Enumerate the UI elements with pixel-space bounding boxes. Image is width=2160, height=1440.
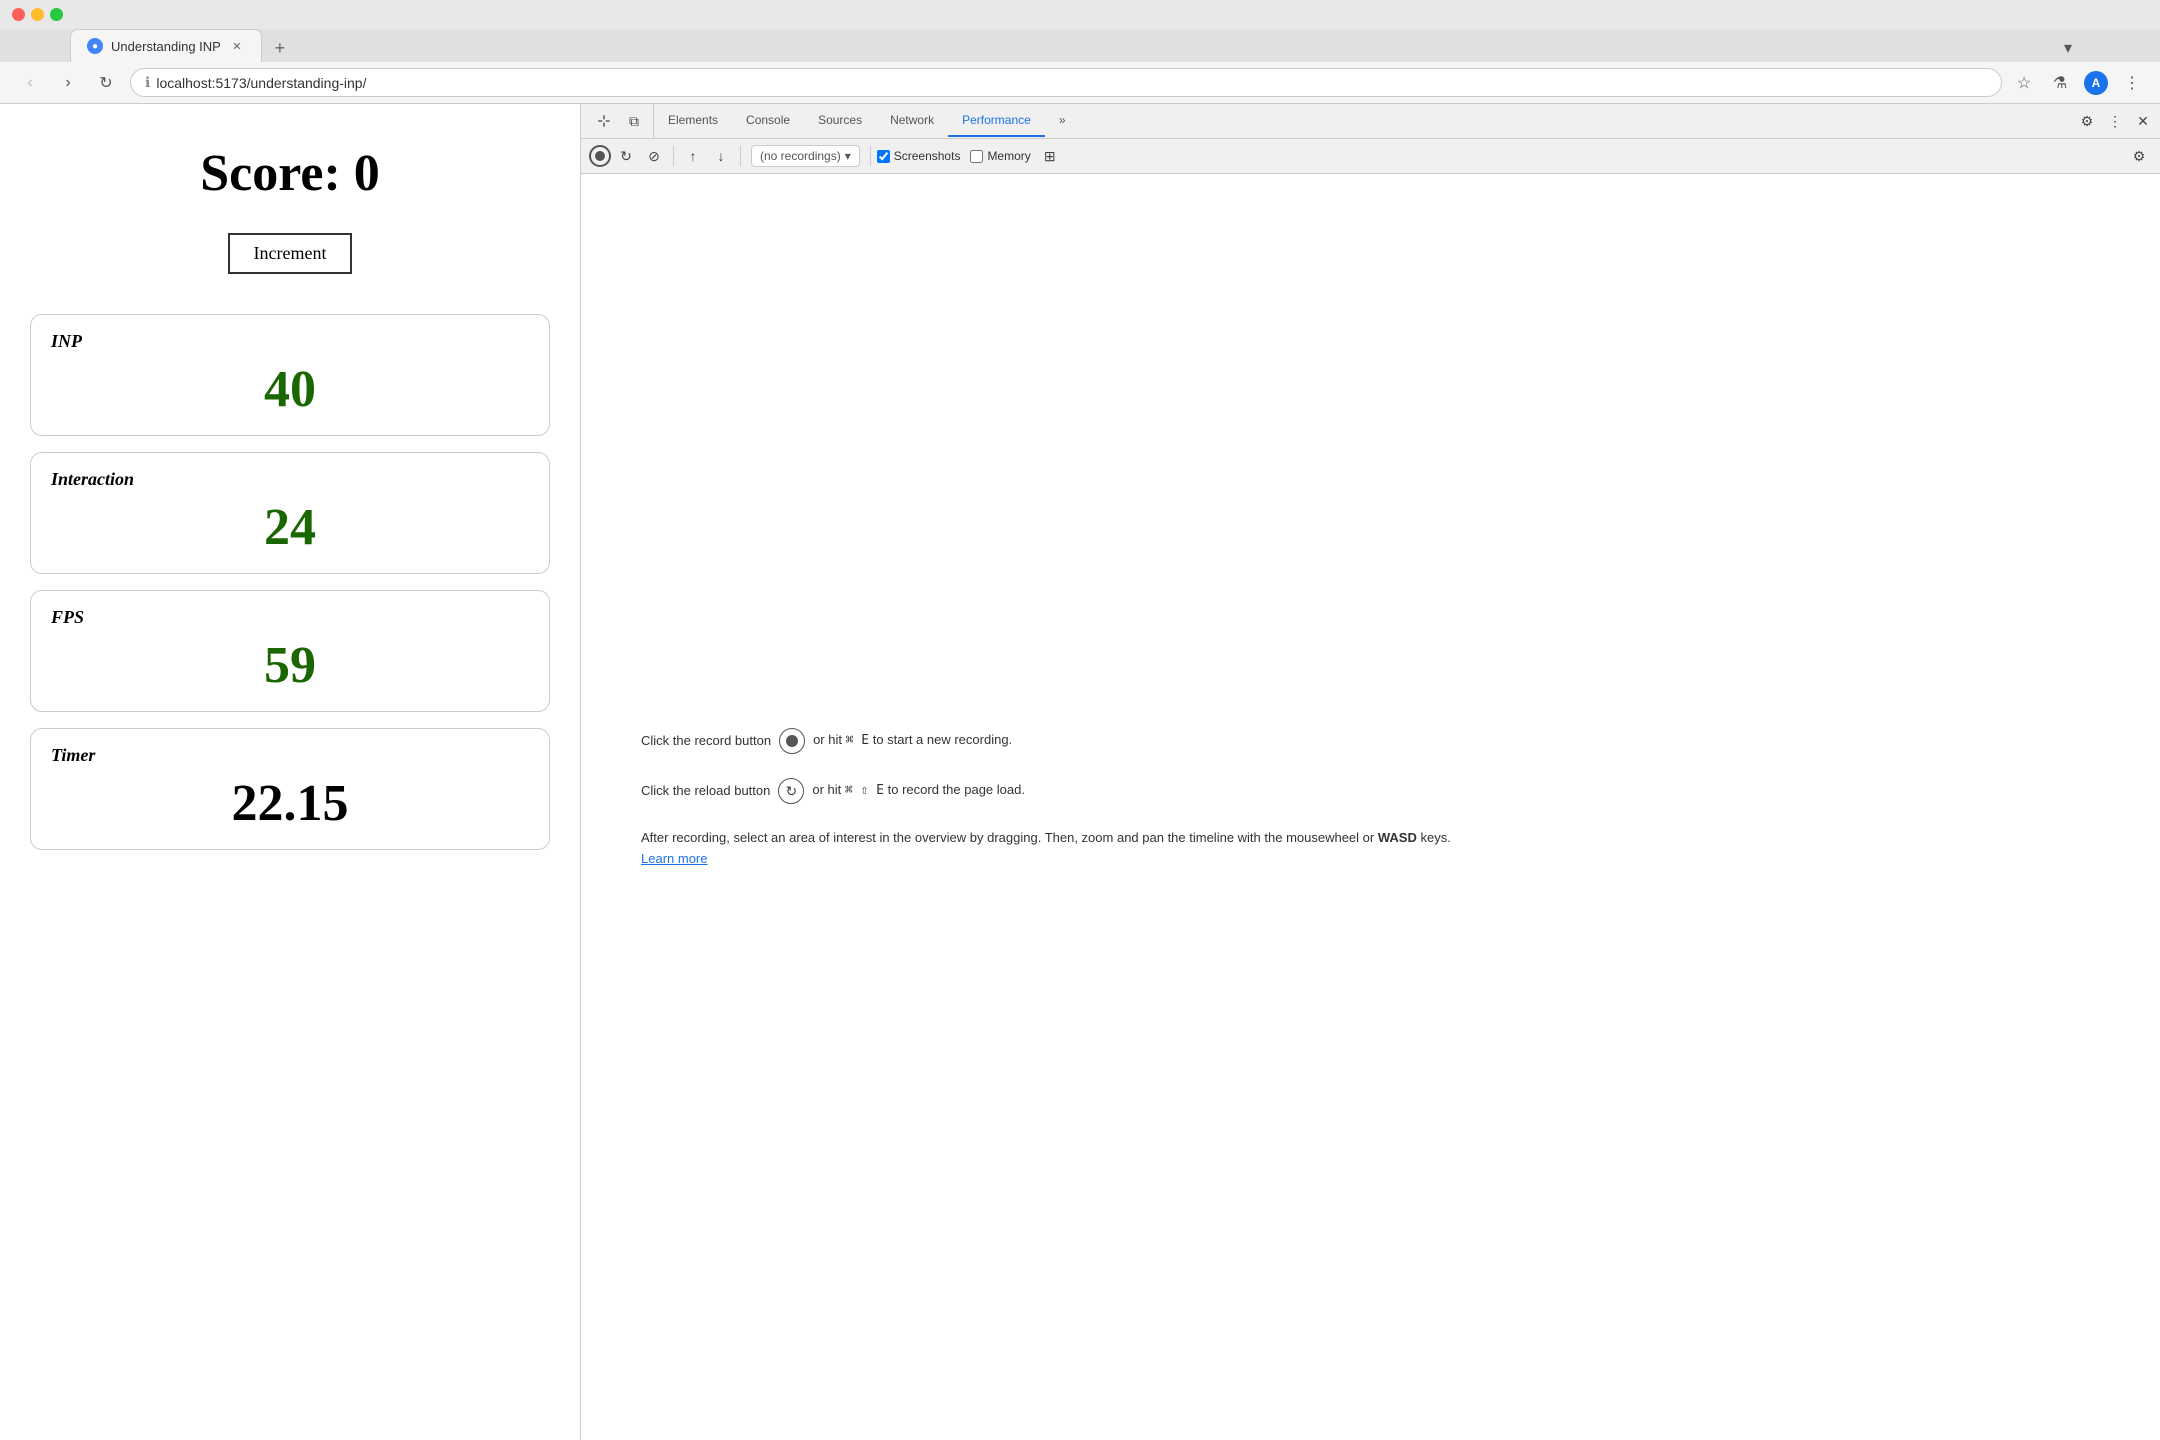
tab-elements[interactable]: Elements	[654, 105, 732, 137]
browser-chrome: ● Understanding INP ✕ + ▾ ‹ › ↻ ℹ localh…	[0, 0, 2160, 104]
memory-label: Memory	[987, 149, 1030, 163]
tab-more[interactable]: »	[1045, 105, 1080, 137]
record-button[interactable]	[589, 145, 611, 167]
devtools-tab-bar: ⊹ ⧉ Elements Console Sources Network Per…	[581, 104, 2160, 139]
close-button[interactable]	[12, 8, 25, 21]
forward-button[interactable]: ›	[54, 69, 82, 97]
reload-button[interactable]: ↻	[92, 69, 120, 97]
reload-record-button[interactable]: ↻	[613, 143, 639, 169]
reload-text-prefix: Click the reload button	[641, 781, 770, 802]
devtools-gear-icon[interactable]: ⚙	[2126, 143, 2152, 169]
title-bar	[0, 0, 2160, 29]
tab-performance[interactable]: Performance	[948, 105, 1045, 137]
memory-input[interactable]	[970, 150, 983, 163]
browser-tab[interactable]: ● Understanding INP ✕	[70, 29, 262, 62]
toolbar-right: ☆ ⚗ A ⋮	[2012, 71, 2144, 95]
traffic-lights	[12, 8, 63, 21]
address-bar: ‹ › ↻ ℹ localhost:5173/understanding-inp…	[0, 62, 2160, 103]
webpage: Score: 0 Increment INP 40 Interaction 24…	[0, 104, 580, 1440]
toolbar-separator-2	[740, 146, 741, 166]
screenshots-checkbox[interactable]: Screenshots	[877, 149, 961, 163]
score-display: Score: 0	[30, 144, 550, 203]
maximize-button[interactable]	[50, 8, 63, 21]
main-area: Score: 0 Increment INP 40 Interaction 24…	[0, 104, 2160, 1440]
devtools-toolbar: ↻ ⊘ ↑ ↓ (no recordings) ▾ Screenshots Me…	[581, 139, 2160, 174]
toolbar-separator-1	[673, 146, 674, 166]
dropdown-arrow-icon: ▾	[845, 149, 851, 163]
url-text: localhost:5173/understanding-inp/	[156, 75, 1987, 91]
learn-more-link[interactable]: Learn more	[641, 851, 707, 866]
devtools-settings-icon[interactable]: ⚙	[2074, 108, 2100, 134]
menu-icon[interactable]: ⋮	[2120, 71, 2144, 95]
timer-label: Timer	[51, 745, 529, 766]
new-tab-button[interactable]: +	[266, 34, 294, 62]
upload-button[interactable]: ↑	[680, 143, 706, 169]
clear-button[interactable]: ⊘	[641, 143, 667, 169]
timer-value: 22.15	[51, 774, 529, 833]
profile-avatar[interactable]: A	[2084, 71, 2108, 95]
detail-text: After recording, select an area of inter…	[641, 830, 1374, 845]
interaction-value: 24	[51, 498, 529, 557]
devtools-close-icon[interactable]: ✕	[2130, 108, 2156, 134]
record-text-prefix: Click the record button	[641, 731, 771, 752]
increment-button[interactable]: Increment	[228, 233, 353, 274]
detail-paragraph: After recording, select an area of inter…	[641, 828, 1451, 870]
screenshots-input[interactable]	[877, 150, 890, 163]
fps-label: FPS	[51, 607, 529, 628]
bookmark-icon[interactable]: ☆	[2012, 71, 2036, 95]
fps-value: 59	[51, 636, 529, 695]
reload-text-suffix: to record the page load.	[888, 782, 1025, 797]
url-bar[interactable]: ℹ localhost:5173/understanding-inp/	[130, 68, 2002, 97]
info-icon: ℹ	[145, 74, 150, 91]
reload-shortcut-kbd: ⌘ ⇧ E	[845, 783, 884, 798]
inp-label: INP	[51, 331, 529, 352]
download-button[interactable]: ↓	[708, 143, 734, 169]
record-text-shortcut: or hit ⌘ E to start a new recording.	[813, 730, 1012, 752]
tab-favicon: ●	[87, 38, 103, 54]
reload-arrow-icon: ↻	[785, 783, 797, 800]
recordings-dropdown[interactable]: (no recordings) ▾	[751, 145, 860, 167]
reload-instruction-block: Click the reload button ↻ or hit ⌘ ⇧ E t…	[641, 778, 1025, 804]
tab-dropdown-button[interactable]: ▾	[2054, 34, 2082, 62]
interaction-label: Interaction	[51, 469, 529, 490]
device-toolbar-icon[interactable]: ⧉	[621, 108, 647, 134]
timer-card: Timer 22.15	[30, 728, 550, 850]
tab-console[interactable]: Console	[732, 105, 804, 137]
interaction-card: Interaction 24	[30, 452, 550, 574]
inp-value: 40	[51, 360, 529, 419]
recordings-placeholder: (no recordings)	[760, 149, 841, 163]
record-icon-inline	[779, 728, 805, 754]
toolbar-separator-3	[870, 146, 871, 166]
experiments-icon[interactable]: ⚗	[2048, 71, 2072, 95]
tab-bar: ● Understanding INP ✕ + ▾	[0, 29, 2160, 62]
reload-text-shortcut: or hit ⌘ ⇧ E to record the page load.	[812, 780, 1025, 802]
record-instruction-block: Click the record button or hit ⌘ E to st…	[641, 728, 1012, 754]
minimize-button[interactable]	[31, 8, 44, 21]
memory-checkbox[interactable]: Memory	[970, 149, 1030, 163]
devtools-more-icon[interactable]: ⋮	[2102, 108, 2128, 134]
reload-icon-inline: ↻	[778, 778, 804, 804]
tab-close-button[interactable]: ✕	[229, 38, 245, 54]
inspect-element-icon[interactable]: ⊹	[591, 108, 617, 134]
devtools-panel: ⊹ ⧉ Elements Console Sources Network Per…	[580, 104, 2160, 1440]
record-shortcut-kbd: ⌘ E	[846, 733, 869, 748]
back-button[interactable]: ‹	[16, 69, 44, 97]
devtools-tab-extra: ⚙ ⋮ ✕	[2074, 108, 2156, 134]
fps-card: FPS 59	[30, 590, 550, 712]
inp-card: INP 40	[30, 314, 550, 436]
screenshots-label: Screenshots	[894, 149, 961, 163]
devtools-content: Click the record button or hit ⌘ E to st…	[581, 174, 2160, 1440]
tab-title: Understanding INP	[111, 39, 221, 54]
detail-suffix: keys.	[1420, 830, 1450, 845]
wasd-label: WASD	[1378, 830, 1417, 845]
screenshot-capture-icon[interactable]: ⊞	[1037, 143, 1063, 169]
tab-network[interactable]: Network	[876, 105, 948, 137]
tab-sources[interactable]: Sources	[804, 105, 876, 137]
record-text-suffix: to start a new recording.	[873, 732, 1012, 747]
